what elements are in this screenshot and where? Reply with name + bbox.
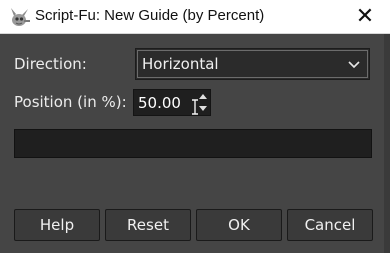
close-button[interactable]: ✕ xyxy=(340,0,390,33)
window-edge xyxy=(384,34,390,253)
progress-bar xyxy=(14,129,372,158)
text-cursor-icon xyxy=(192,99,198,115)
reset-button[interactable]: Reset xyxy=(105,209,191,241)
position-label: Position (in %): xyxy=(14,93,127,111)
chevron-down-icon xyxy=(348,61,360,69)
ok-button[interactable]: OK xyxy=(196,209,282,241)
window-title: Script-Fu: New Guide (by Percent) xyxy=(35,7,265,24)
cancel-button[interactable]: Cancel xyxy=(287,209,373,241)
position-value: 50.00 xyxy=(138,94,181,112)
direction-value: Horizontal xyxy=(142,55,219,73)
help-button[interactable]: Help xyxy=(14,209,100,241)
title-bar: Script-Fu: New Guide (by Percent) ✕ xyxy=(0,0,390,34)
direction-label: Direction: xyxy=(14,55,87,73)
gimp-icon xyxy=(11,8,30,26)
close-icon: ✕ xyxy=(355,4,375,29)
direction-combobox[interactable]: Horizontal xyxy=(135,48,370,80)
